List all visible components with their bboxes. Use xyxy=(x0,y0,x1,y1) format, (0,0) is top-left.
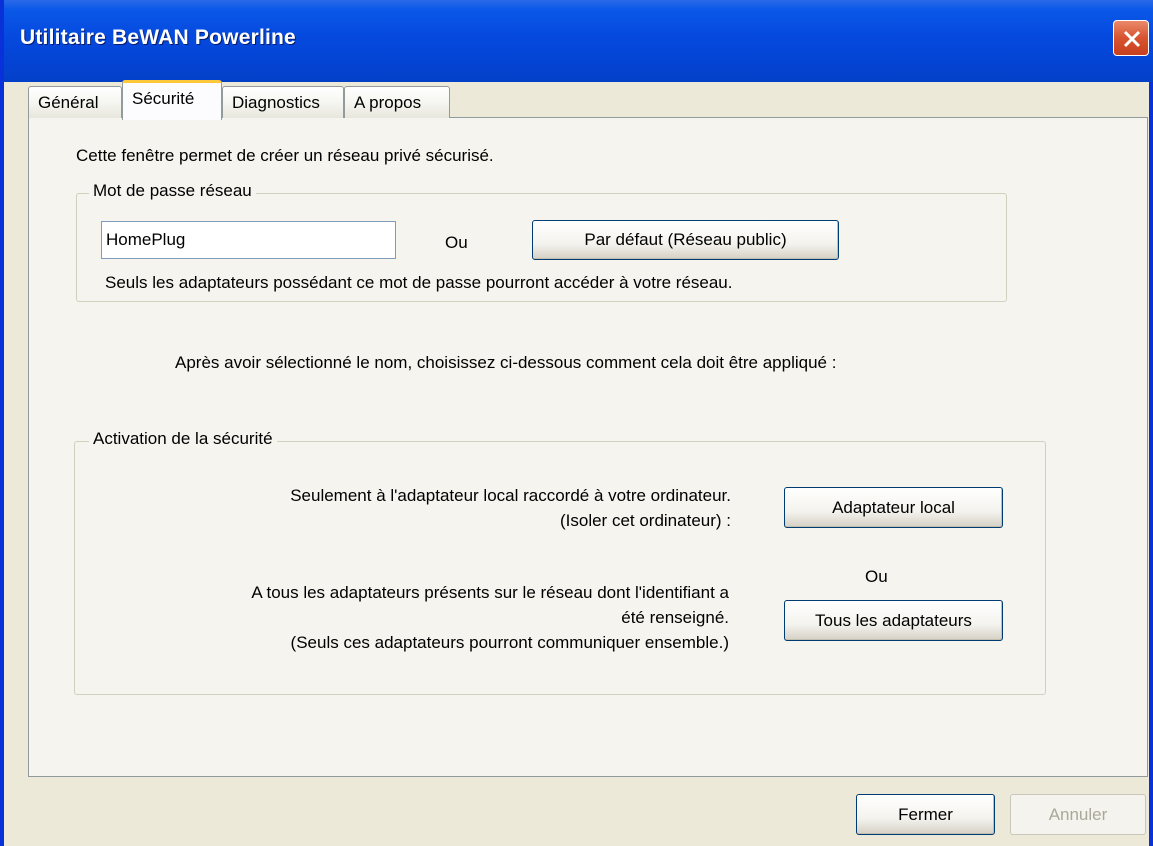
dialog-window: Utilitaire BeWAN Powerline Général Sécur… xyxy=(0,0,1153,846)
password-note: Seuls les adaptateurs possédant ce mot d… xyxy=(105,273,733,292)
instruction-text: Après avoir sélectionné le nom, choisiss… xyxy=(175,353,837,372)
or-label-password: Ou xyxy=(445,233,468,252)
tab-diagnostics[interactable]: Diagnostics xyxy=(222,86,344,118)
local-adapter-desc-line2: (Isoler cet ordinateur) : xyxy=(559,511,731,530)
tab-general[interactable]: Général xyxy=(28,86,122,118)
close-icon xyxy=(1123,30,1141,48)
security-activation-group: Activation de la sécurité xyxy=(74,429,1046,695)
all-adapters-desc-line2: été renseigné. xyxy=(621,608,729,627)
all-adapters-desc-line1: A tous les adaptateurs présents sur le r… xyxy=(251,583,729,602)
all-adapters-desc-line3: (Seuls ces adaptateurs pourront communiq… xyxy=(290,633,729,652)
window-title: Utilitaire BeWAN Powerline xyxy=(20,26,296,49)
tab-security[interactable]: Sécurité xyxy=(122,80,222,120)
or-label-activation: Ou xyxy=(865,567,888,586)
password-group-legend: Mot de passe réseau xyxy=(89,181,256,201)
local-adapter-desc-line1: Seulement à l'adaptateur local raccordé … xyxy=(290,486,731,505)
tab-about[interactable]: A propos xyxy=(344,86,450,118)
network-password-input[interactable] xyxy=(101,221,396,259)
intro-text: Cette fenêtre permet de créer un réseau … xyxy=(76,146,494,165)
title-bar[interactable]: Utilitaire BeWAN Powerline xyxy=(4,0,1153,82)
cancel-button[interactable]: Annuler xyxy=(1010,794,1146,835)
all-adapters-button[interactable]: Tous les adaptateurs xyxy=(784,600,1003,641)
close-button[interactable]: Fermer xyxy=(856,794,995,835)
activation-group-legend: Activation de la sécurité xyxy=(89,429,277,449)
close-window-button[interactable] xyxy=(1113,20,1149,56)
default-public-network-button[interactable]: Par défaut (Réseau public) xyxy=(532,220,839,260)
local-adapter-button[interactable]: Adaptateur local xyxy=(784,487,1003,528)
